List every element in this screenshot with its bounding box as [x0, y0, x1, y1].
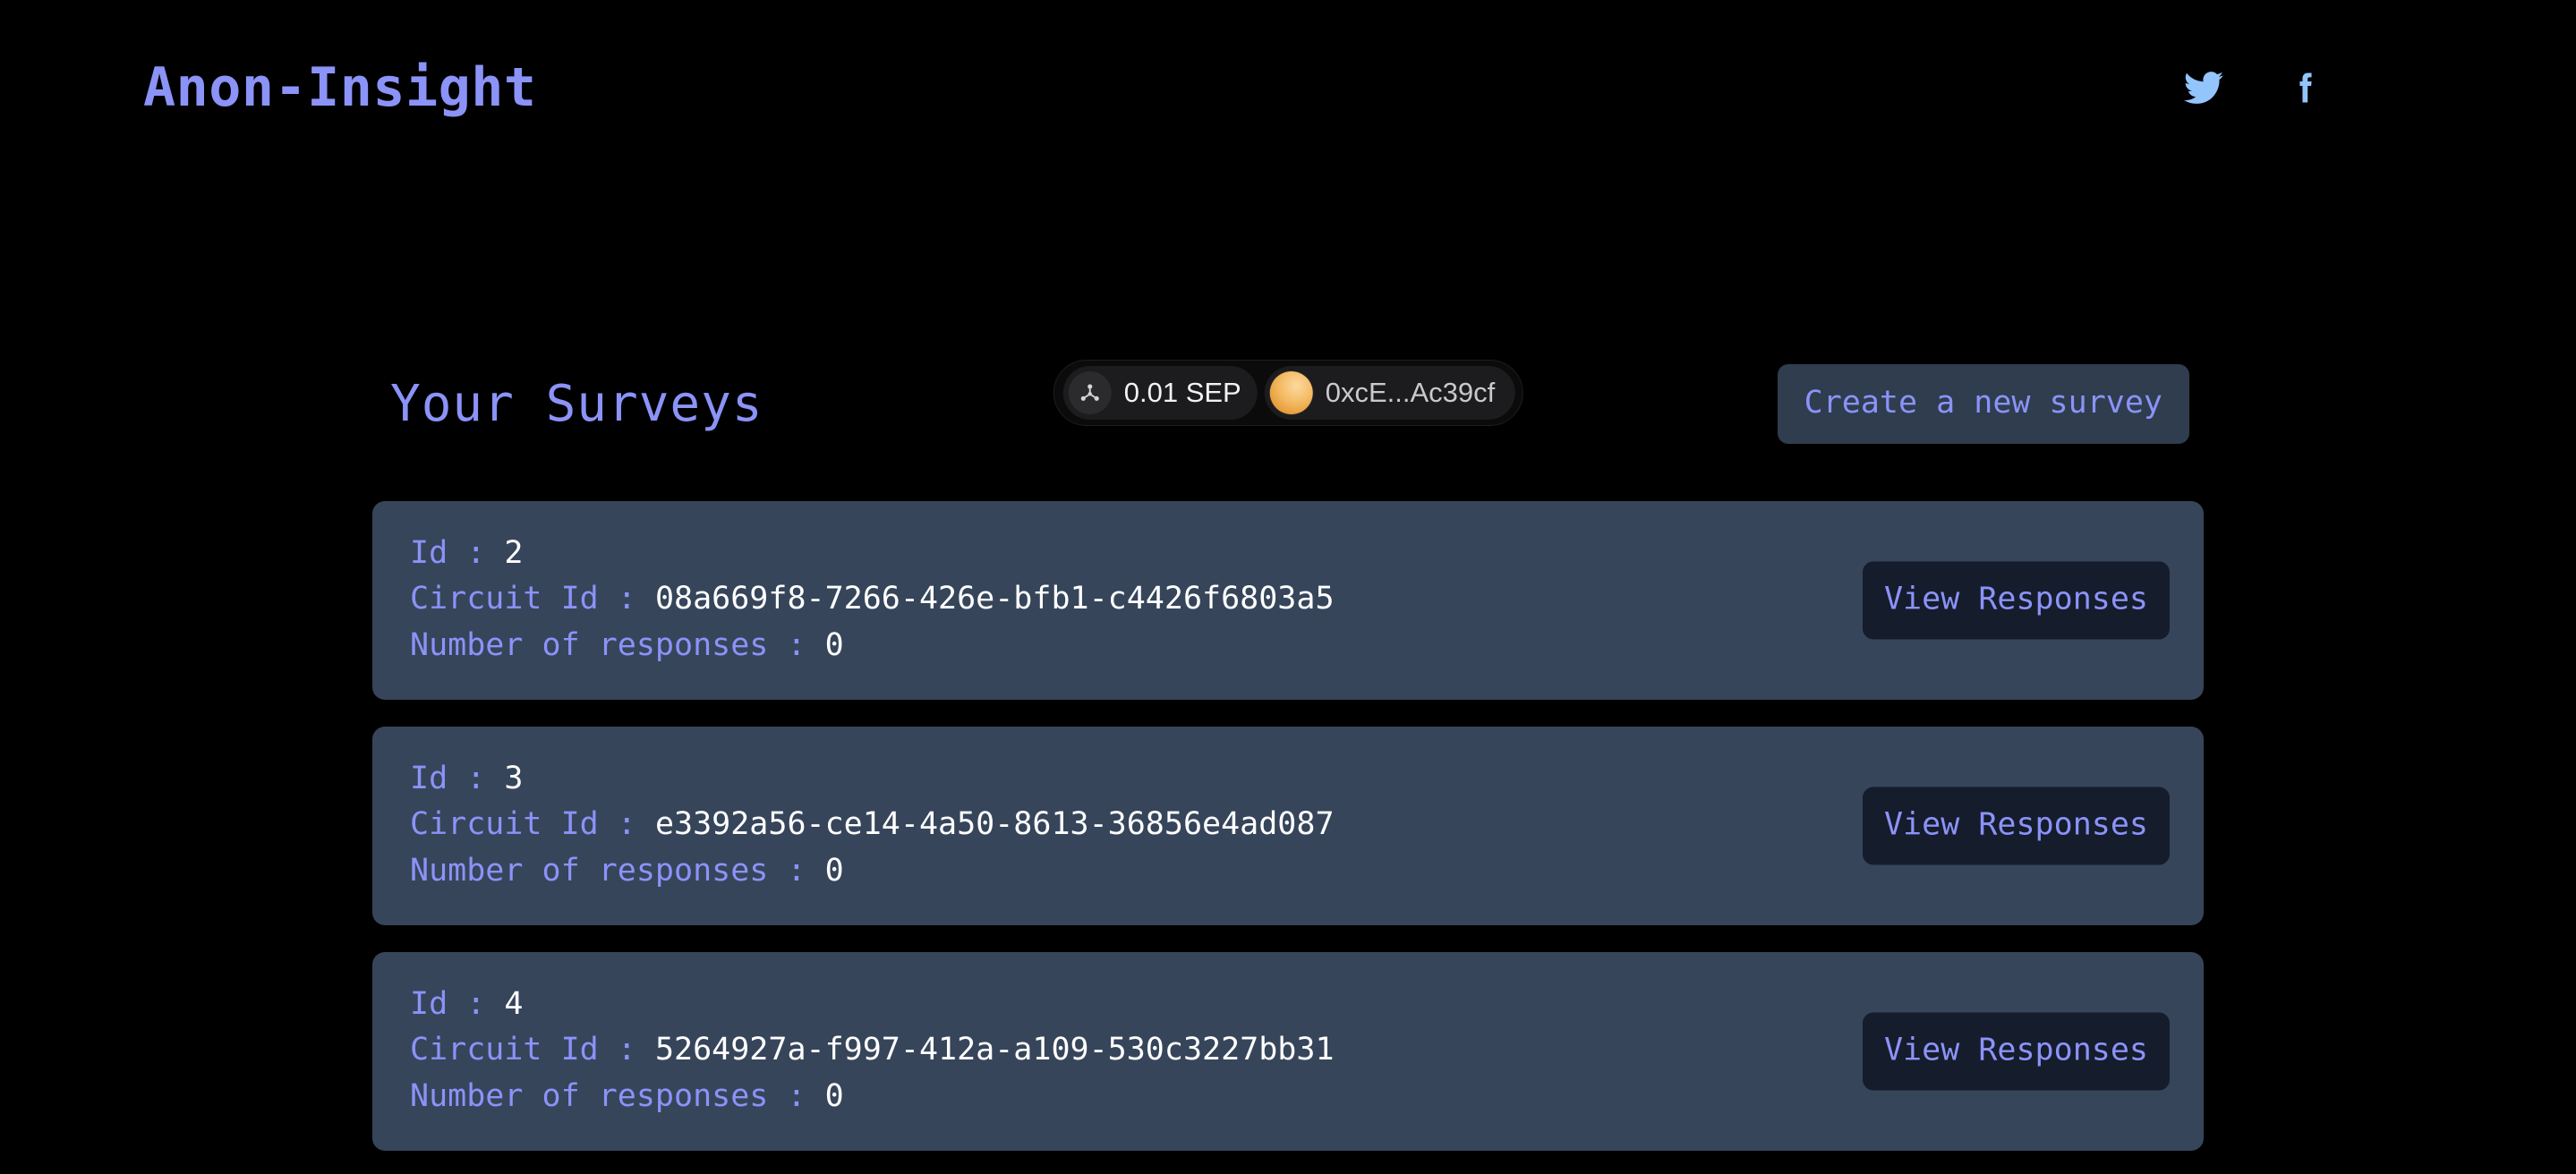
- wallet-address: 0xcE...Ac39cf: [1325, 377, 1496, 408]
- survey-card-info: Id : 2 Circuit Id : 08a669f8-7266-426e-bf…: [410, 535, 1335, 664]
- survey-responses-line-value: 0: [824, 626, 844, 663]
- survey-id-line-label: Id :: [410, 535, 505, 571]
- survey-id-line-value: 4: [504, 986, 524, 1022]
- survey-responses-line-label: Number of responses :: [410, 626, 825, 663]
- survey-responses-line: Number of responses : 0: [410, 1078, 1335, 1115]
- survey-responses-line-value: 0: [824, 852, 844, 889]
- network-balance-chip[interactable]: 0.01 SEP: [1062, 366, 1258, 420]
- content-container: Your Surveys 0.01 SEP 0xcE...Ac39cf Crea…: [372, 175, 2204, 1151]
- brand-logo[interactable]: Anon-Insight: [143, 61, 536, 115]
- survey-id-line-value: 3: [504, 761, 524, 796]
- survey-id-line-label: Id :: [410, 761, 505, 796]
- survey-id-line: Id : 4: [410, 986, 1335, 1023]
- wallet-address-chip[interactable]: 0xcE...Ac39cf: [1264, 366, 1515, 420]
- survey-card-info: Id : 4 Circuit Id : 5264927a-f997-412a-a1…: [410, 986, 1335, 1115]
- wallet-connect-pill[interactable]: 0.01 SEP 0xcE...Ac39cf: [1053, 360, 1523, 426]
- survey-circuit-id-line-value: e3392a56-ce14-4a50-8613-36856e4ad087: [654, 806, 1335, 843]
- create-survey-button[interactable]: Create a new survey: [1777, 363, 2189, 444]
- survey-circuit-id-line-label: Circuit Id :: [410, 1032, 655, 1068]
- survey-responses-line: Number of responses : 0: [410, 853, 1335, 889]
- site-header: Anon-Insight: [0, 0, 2576, 175]
- survey-circuit-id-line-label: Circuit Id :: [410, 806, 655, 843]
- survey-circuit-id-line: Circuit Id : 5264927a-f997-412a-a109-530…: [410, 1032, 1335, 1068]
- surveys-toolbar: Your Surveys 0.01 SEP 0xcE...Ac39cf Crea…: [372, 354, 2204, 453]
- survey-responses-line: Number of responses : 0: [410, 627, 1335, 664]
- view-responses-button[interactable]: View Responses: [1862, 787, 2170, 865]
- survey-card: Id : 4 Circuit Id : 5264927a-f997-412a-a1…: [372, 952, 2204, 1151]
- survey-id-line-label: Id :: [410, 986, 505, 1022]
- twitter-icon[interactable]: [2184, 68, 2223, 107]
- survey-circuit-id-line-value: 5264927a-f997-412a-a109-530c3227bb31: [654, 1032, 1335, 1068]
- page-body: Your Surveys 0.01 SEP 0xcE...Ac39cf Crea…: [0, 175, 2576, 1174]
- survey-card: Id : 3 Circuit Id : e3392a56-ce14-4a50-86…: [372, 727, 2204, 925]
- survey-id-line-value: 2: [504, 535, 524, 571]
- wallet-balance: 0.01 SEP: [1123, 377, 1241, 408]
- survey-circuit-id-line: Circuit Id : 08a669f8-7266-426e-bfb1-c44…: [410, 581, 1335, 617]
- survey-circuit-id-line-label: Circuit Id :: [410, 581, 655, 617]
- survey-responses-line-value: 0: [824, 1077, 844, 1114]
- view-responses-button[interactable]: View Responses: [1862, 561, 2170, 640]
- survey-circuit-id-line-value: 08a669f8-7266-426e-bfb1-c4426f6803a5: [654, 581, 1335, 617]
- view-responses-button[interactable]: View Responses: [1862, 1012, 2170, 1091]
- survey-id-line: Id : 3: [410, 761, 1335, 797]
- survey-responses-line-label: Number of responses :: [410, 852, 825, 889]
- survey-card-info: Id : 3 Circuit Id : e3392a56-ce14-4a50-86…: [410, 761, 1335, 889]
- page-title: Your Surveys: [390, 374, 763, 433]
- wallet-avatar: [1269, 371, 1313, 414]
- survey-id-line: Id : 2: [410, 535, 1335, 572]
- survey-list: Id : 2 Circuit Id : 08a669f8-7266-426e-bf…: [372, 501, 2204, 1151]
- social-links: [2184, 68, 2325, 107]
- network-nodes-icon: [1068, 371, 1112, 414]
- facebook-icon[interactable]: [2286, 68, 2325, 107]
- survey-responses-line-label: Number of responses :: [410, 1077, 825, 1114]
- survey-circuit-id-line: Circuit Id : e3392a56-ce14-4a50-8613-368…: [410, 806, 1335, 843]
- survey-card: Id : 2 Circuit Id : 08a669f8-7266-426e-bf…: [372, 501, 2204, 700]
